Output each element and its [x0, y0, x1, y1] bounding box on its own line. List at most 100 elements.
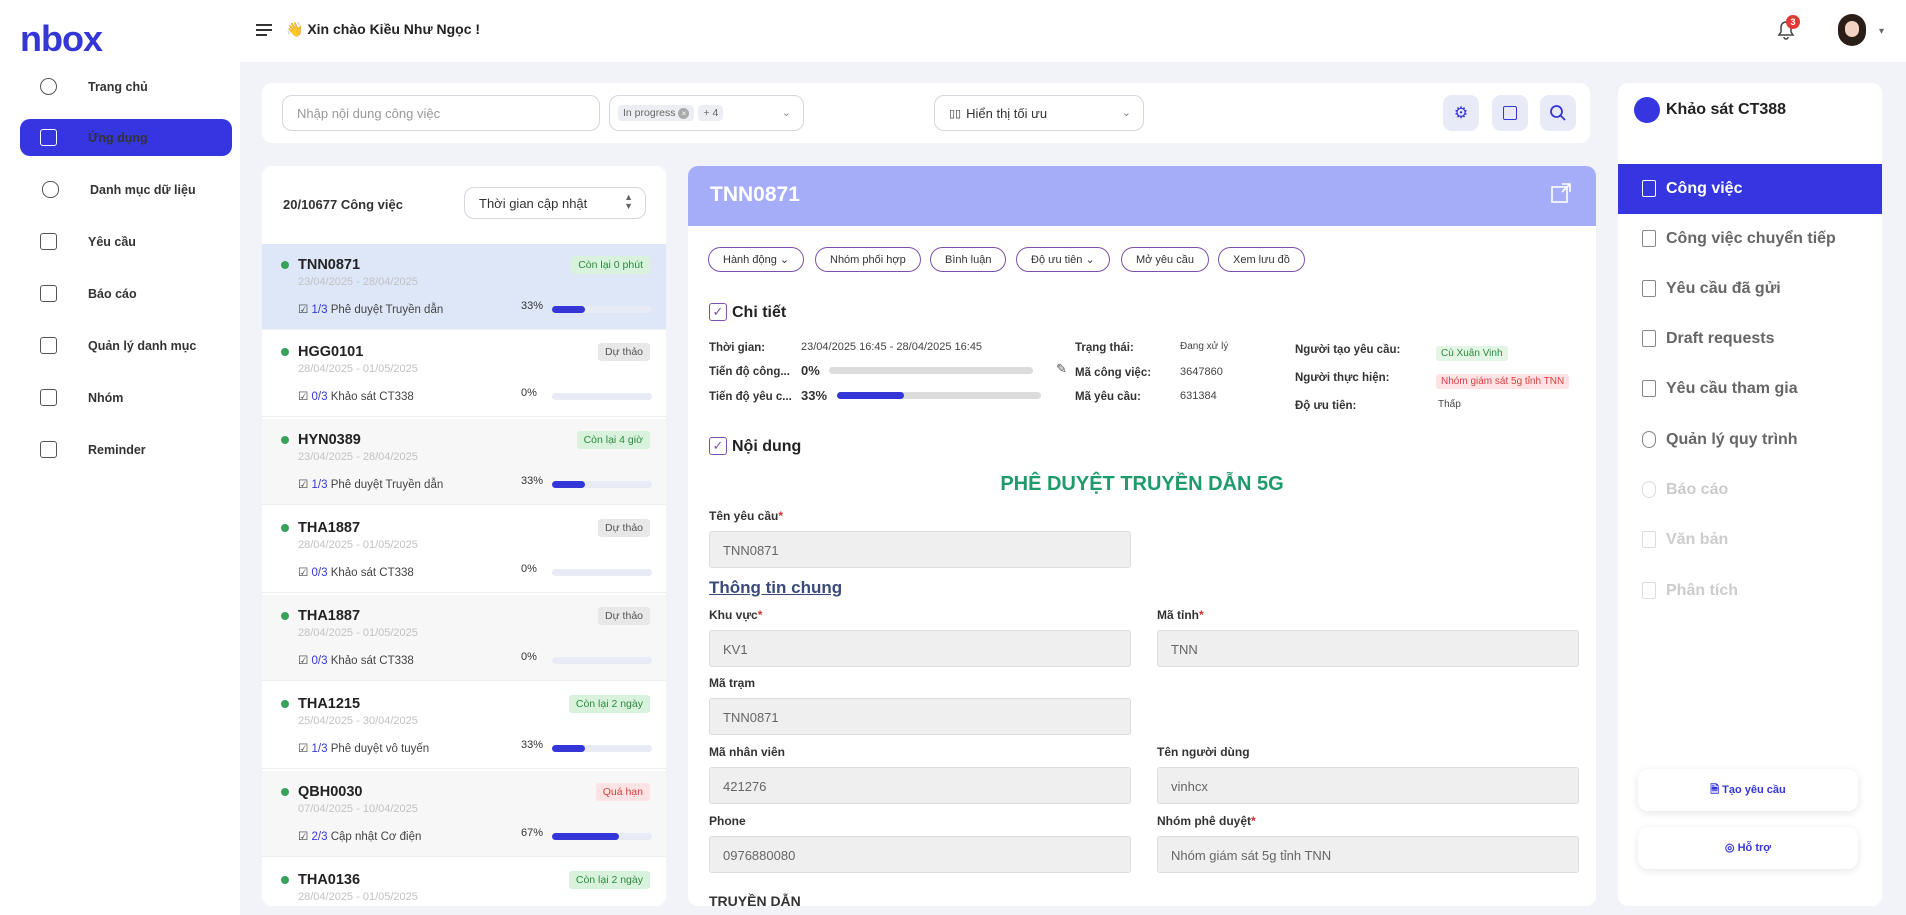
pie-chart-icon — [1642, 481, 1656, 498]
document-icon — [1642, 330, 1656, 347]
chevron-down-icon: ⌄ — [781, 107, 791, 119]
comment-button[interactable]: Bình luận — [930, 247, 1007, 272]
checkbox-content[interactable]: ✓ — [709, 437, 727, 455]
list-icon — [40, 337, 57, 354]
nav-item-apps[interactable]: Ứng dụng — [20, 119, 232, 156]
check-icon: ☑ — [298, 743, 309, 755]
task-card[interactable]: HYN0389 23/04/2025 - 28/04/2025 ☑ 1/3 Phê… — [262, 419, 666, 505]
task-card[interactable]: TNN0871 23/04/2025 - 28/04/2025 ☑ 1/3 Phê… — [262, 244, 666, 330]
action-button[interactable]: Hành động ⌄ — [708, 247, 805, 272]
checkbox-detail[interactable]: ✓ — [709, 303, 727, 321]
nav-item-home[interactable]: Trang chủ — [20, 68, 232, 105]
right-item-joined-requests[interactable]: Yêu cầu tham gia — [1618, 364, 1882, 414]
check-icon: ☑ — [298, 479, 309, 491]
check-icon: ☑ — [298, 655, 309, 667]
task-card[interactable]: THA1887 28/04/2025 - 01/05/2025 ☑ 0/3 Khả… — [262, 507, 666, 593]
sort-icon: ▲ ▼ — [624, 192, 633, 211]
open-request-button[interactable]: Mở yêu cầu — [1121, 247, 1209, 272]
open-external-icon[interactable] — [1550, 182, 1572, 204]
station-field[interactable]: TNN0871 — [709, 698, 1131, 735]
filter-settings-button[interactable]: ⚙ — [1443, 95, 1479, 131]
task-card[interactable]: THA0136 28/04/2025 - 01/05/2025 Còn lại 2… — [262, 859, 666, 906]
progress-bar — [552, 569, 652, 576]
nav-item-reports[interactable]: Báo cáo — [20, 275, 232, 312]
list-icon — [40, 441, 57, 458]
view-flowchart-button[interactable]: Xem lưu đồ — [1218, 247, 1305, 272]
assignee-tag: Nhóm giám sát 5g tỉnh TNN — [1436, 374, 1570, 389]
progress-bar — [552, 481, 652, 488]
sort-select[interactable]: Thời gian cập nhật ▲ ▼ — [464, 187, 646, 219]
status-badge: Dự thảo — [598, 519, 650, 537]
grid-icon — [40, 78, 57, 95]
chevron-down-icon: ⌄ — [779, 254, 790, 266]
app-icon — [1634, 97, 1660, 123]
status-badge: Còn lại 2 ngày — [568, 695, 650, 713]
save-icon — [1642, 582, 1656, 599]
detail-header: TNN0871 — [688, 166, 1596, 226]
request-name-field[interactable]: TNN0871 — [709, 531, 1131, 568]
check-icon: ☑ — [298, 304, 309, 316]
nav-item-requests[interactable]: Yêu cầu — [20, 223, 232, 260]
document-icon — [1642, 280, 1656, 297]
create-request-button[interactable]: 🗎 Tạo yêu cầu — [1638, 769, 1858, 811]
folder-icon — [1642, 531, 1656, 548]
progress-bar — [552, 306, 652, 313]
status-badge: Còn lại 0 phút — [571, 256, 650, 274]
sliders-icon: ⚙ — [1453, 105, 1469, 122]
employee-code-field[interactable]: 421276 — [709, 767, 1131, 804]
task-detail-panel: TNN0871 Hành động ⌄ Nhóm phối hợp Bình l… — [688, 166, 1596, 906]
search-input[interactable]: Nhập nội dung công việc — [282, 95, 600, 131]
general-info-heading: Thông tin chung — [709, 578, 843, 597]
greeting: 👋 Xin chào Kiều Như Ngọc ! — [286, 21, 481, 37]
nav-item-data-catalog[interactable]: Danh mục dữ liệu — [20, 171, 232, 208]
nav-item-groups[interactable]: Nhóm — [20, 379, 232, 416]
task-card[interactable]: HGG0101 28/04/2025 - 01/05/2025 ☑ 0/3 Khả… — [262, 331, 666, 417]
province-field[interactable]: TNN — [1157, 630, 1579, 667]
work-progress-bar — [829, 367, 1033, 374]
search-button[interactable] — [1540, 95, 1576, 131]
right-item-sent-requests[interactable]: Yêu cầu đã gửi — [1618, 264, 1882, 314]
columns-icon: ▯▯ — [949, 107, 962, 120]
chevron-down-icon[interactable]: ▾ — [1879, 26, 1884, 37]
list-icon — [40, 285, 57, 302]
task-card[interactable]: THA1887 28/04/2025 - 01/05/2025 ☑ 0/3 Khả… — [262, 595, 666, 681]
calendar-icon — [40, 129, 57, 146]
right-item-documents[interactable]: Văn bản — [1618, 515, 1882, 565]
status-filter[interactable]: In progress × + 4 ⌄ — [609, 95, 804, 131]
support-button[interactable]: ◎ Hỗ trợ — [1638, 827, 1858, 869]
username-field[interactable]: vinhcx — [1157, 767, 1579, 804]
document-icon — [1642, 230, 1656, 247]
phone-field[interactable]: 0976880080 — [709, 836, 1131, 873]
right-item-reports[interactable]: Báo cáo — [1618, 465, 1882, 515]
creator-tag: Cù Xuân Vinh — [1436, 346, 1508, 361]
view-mode-select[interactable]: ▯▯ Hiển thị tối ưu ⌄ — [934, 95, 1144, 131]
status-chip[interactable]: In progress × — [618, 105, 695, 121]
avatar[interactable] — [1838, 14, 1866, 46]
right-item-analysis[interactable]: Phân tích — [1618, 566, 1882, 616]
app-logo[interactable]: nbox — [20, 18, 103, 60]
coordination-group-button[interactable]: Nhóm phối hợp — [815, 247, 921, 272]
priority-button[interactable]: Độ ưu tiên ⌄ — [1016, 247, 1110, 272]
approver-group-field[interactable]: Nhóm giám sát 5g tỉnh TNN — [1157, 836, 1579, 873]
right-item-draft-requests[interactable]: Draft requests — [1618, 314, 1882, 364]
task-card[interactable]: THA1215 25/04/2025 - 30/04/2025 ☑ 1/3 Phê… — [262, 683, 666, 769]
nav-item-reminder[interactable]: Reminder — [20, 431, 232, 468]
right-panel: Khảo sát CT388 Công việc Công việc chuyể… — [1618, 83, 1882, 906]
save-button[interactable] — [1492, 95, 1528, 131]
chevron-down-icon: ⌄ — [1121, 107, 1131, 119]
right-item-tasks[interactable]: Công việc — [1618, 164, 1882, 214]
right-item-process-management[interactable]: Quản lý quy trình — [1618, 415, 1882, 465]
task-count: 20/10677 Công việc — [283, 197, 403, 212]
app-title: Khảo sát CT388 — [1666, 101, 1787, 118]
edit-icon[interactable]: ✎ — [1056, 361, 1067, 377]
close-icon: × — [678, 108, 690, 119]
notification-badge: 3 — [1786, 15, 1800, 29]
menu-toggle-icon[interactable] — [256, 24, 272, 38]
task-card[interactable]: QBH0030 07/04/2025 - 10/04/2025 ☑ 2/3 Cập… — [262, 771, 666, 857]
check-icon: ☑ — [298, 567, 309, 579]
area-field[interactable]: KV1 — [709, 630, 1131, 667]
right-item-forwarded-tasks[interactable]: Công việc chuyển tiếp — [1618, 214, 1882, 264]
help-icon: ◎ — [1724, 842, 1735, 854]
nav-item-catalog-management[interactable]: Quản lý danh mục — [20, 327, 232, 364]
status-badge: Dự thảo — [598, 607, 650, 625]
